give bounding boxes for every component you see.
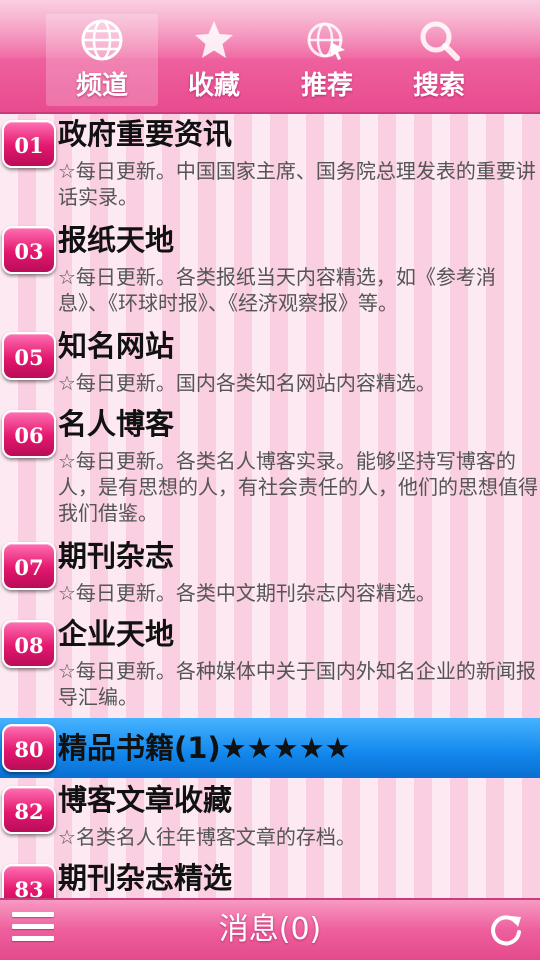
list-item[interactable]: 82 博客文章收藏 ☆名类名人往年博客文章的存档。 [0,780,540,858]
item-description: ☆名类名人往年博客文章的存档。 [58,825,356,849]
list-item[interactable]: 83 期刊杂志精选 [0,858,540,898]
list-item[interactable]: 07 期刊杂志 ☆每日更新。各类中文期刊杂志内容精选。 [0,536,540,614]
item-title: 期刊杂志 [58,539,175,573]
item-title: 名人博客 [58,407,175,441]
channel-list[interactable]: 01 政府重要资讯 ☆每日更新。中国国家主席、国务院总理发表的重要讲话实录。 0… [0,114,540,898]
list-item[interactable]: 06 名人博客 ☆每日更新。各类名人博客实录。能够坚持写博客的人，是有思想的人，… [0,404,540,534]
menu-icon [12,912,54,917]
list-item[interactable]: 03 报纸天地 ☆每日更新。各类报纸当天内容精选，如《参考消息》、《环球时报》、… [0,220,540,324]
list-item[interactable]: 08 企业天地 ☆每日更新。各种媒体中关于国内外知名企业的新闻报导汇编。 [0,614,540,718]
bottom-bar: 消息(0) [0,898,540,960]
item-description: ☆每日更新。国内各类知名网站内容精选。 [58,371,436,395]
item-number-badge: 82 [2,786,56,834]
messages-button[interactable]: 消息(0) [150,910,390,950]
menu-icon-line [12,936,54,941]
tab-label: 收藏 [187,71,240,101]
item-title: 精品书籍(1)★★★★★ [58,731,351,765]
item-number-badge: 01 [2,120,56,168]
item-number-badge: 07 [2,542,56,590]
tab-label: 搜索 [412,71,465,101]
item-description: ☆每日更新。各类中文期刊杂志内容精选。 [58,581,436,605]
refresh-icon[interactable] [488,912,524,948]
item-number-badge: 06 [2,410,56,458]
globe-icon [81,19,123,61]
list-item[interactable]: 05 知名网站 ☆每日更新。国内各类知名网站内容精选。 [0,326,540,404]
search-icon [420,21,460,61]
tab-search[interactable]: 搜索 [383,14,495,106]
star-icon [195,21,233,58]
item-description: ☆每日更新。各种媒体中关于国内外知名企业的新闻报导汇编。 [58,659,536,709]
tab-channels[interactable]: 频道 [46,14,158,106]
top-tab-bar: 频道 收藏 推荐 搜索 [0,0,540,114]
item-number-badge: 05 [2,332,56,380]
tab-recommend[interactable]: 推荐 [271,14,383,106]
item-title: 知名网站 [58,329,175,363]
item-title: 企业天地 [58,617,175,651]
list-item-selected[interactable]: 80 精品书籍(1)★★★★★ [0,718,540,778]
tab-favorites[interactable]: 收藏 [158,14,270,106]
item-number-badge: 03 [2,226,56,274]
item-number-badge: 80 [2,724,56,772]
web-pointer-icon [307,22,345,60]
item-description: ☆每日更新。各类报纸当天内容精选，如《参考消息》、《环球时报》、《经济观察报》等… [58,265,496,315]
item-title: 博客文章收藏 [58,783,233,817]
item-title: 期刊杂志精选 [58,861,233,895]
menu-button[interactable] [12,912,54,948]
item-title: 报纸天地 [58,223,175,257]
item-description: ☆每日更新。各类名人博客实录。能够坚持写博客的人，是有思想的人，有社会责任的人，… [58,449,538,525]
item-description: ☆每日更新。中国国家主席、国务院总理发表的重要讲话实录。 [58,159,536,209]
item-number-badge: 83 [2,864,56,898]
item-number-badge: 08 [2,620,56,668]
tab-label: 推荐 [300,71,353,101]
list-item[interactable]: 01 政府重要资讯 ☆每日更新。中国国家主席、国务院总理发表的重要讲话实录。 [0,114,540,218]
tab-label: 频道 [75,71,128,101]
menu-icon-line [12,924,54,929]
item-title: 政府重要资讯 [58,117,233,151]
